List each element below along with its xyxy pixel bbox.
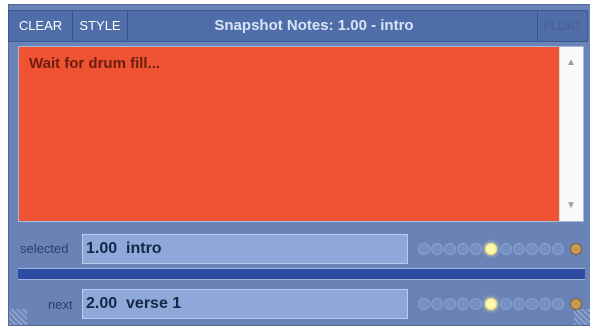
dot-4[interactable]	[457, 298, 469, 310]
dot-10[interactable]	[539, 298, 551, 310]
marker-dot-icon[interactable]	[570, 298, 582, 310]
dot-9[interactable]	[526, 298, 538, 310]
divider-bar	[18, 268, 585, 280]
dot-7[interactable]	[500, 298, 512, 310]
dot-10[interactable]	[539, 243, 551, 255]
marker-dot-icon[interactable]	[570, 243, 582, 255]
dot-5[interactable]	[470, 243, 482, 255]
dot-1[interactable]	[418, 243, 430, 255]
dot-8[interactable]	[513, 243, 525, 255]
dot-2[interactable]	[431, 243, 443, 255]
next-dots	[418, 296, 588, 312]
style-button[interactable]: STYLE	[73, 11, 128, 41]
dot-3[interactable]	[444, 243, 456, 255]
dot-9[interactable]	[526, 243, 538, 255]
window-title: Snapshot Notes: 1.00 - intro	[214, 17, 414, 34]
resize-grip-left[interactable]	[9, 309, 27, 325]
dot-1[interactable]	[418, 298, 430, 310]
next-label: next	[48, 297, 73, 312]
dot-5[interactable]	[470, 298, 482, 310]
dot-4[interactable]	[457, 243, 469, 255]
scroll-up-icon[interactable]: ▲	[566, 57, 576, 68]
clear-button[interactable]: CLEAR	[9, 11, 73, 41]
active-dot-icon[interactable]	[485, 243, 497, 255]
notes-textarea[interactable]: Wait for drum fill... ▲ ▼	[18, 46, 584, 222]
dot-8[interactable]	[513, 298, 525, 310]
dot-7[interactable]	[500, 243, 512, 255]
titlebar: CLEAR STYLE Snapshot Notes: 1.00 - intro…	[8, 10, 588, 42]
next-field[interactable]: 2.00 verse 1	[82, 289, 408, 319]
notes-text: Wait for drum fill...	[29, 55, 161, 72]
dot-11[interactable]	[552, 243, 564, 255]
notes-scrollbar[interactable]: ▲ ▼	[559, 47, 583, 221]
float-button[interactable]: FLOAT	[537, 11, 587, 41]
selected-dots	[418, 241, 588, 257]
selected-field[interactable]: 1.00 intro	[82, 234, 408, 264]
dot-3[interactable]	[444, 298, 456, 310]
dot-2[interactable]	[431, 298, 443, 310]
active-dot-icon[interactable]	[485, 298, 497, 310]
dot-11[interactable]	[552, 298, 564, 310]
scroll-down-icon[interactable]: ▼	[566, 200, 576, 211]
selected-label: selected	[20, 241, 69, 256]
